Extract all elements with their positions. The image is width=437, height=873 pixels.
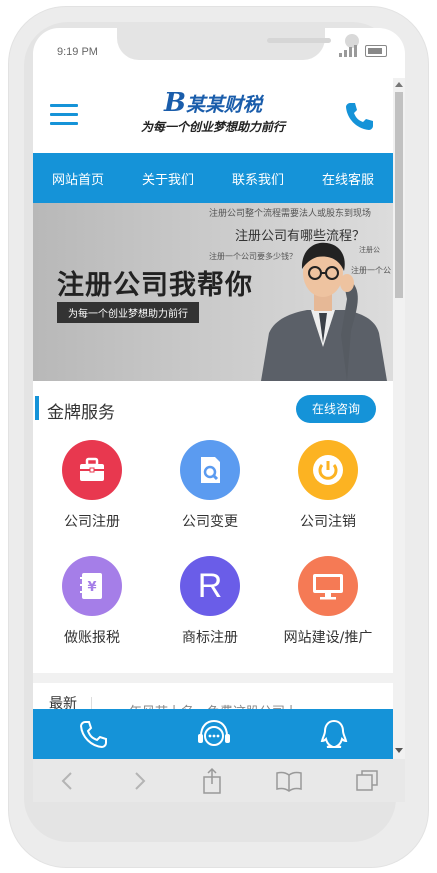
site-logo[interactable]: B某某财税 为每一个创业梦想助力前行 — [123, 88, 303, 146]
qq-icon[interactable] — [319, 718, 349, 750]
nav-item-home[interactable]: 网站首页 — [33, 169, 123, 188]
nav-item-about[interactable]: 关于我们 — [123, 169, 213, 188]
phone-notch — [117, 28, 359, 60]
svg-text:¥: ¥ — [87, 580, 96, 595]
scrollbar[interactable] — [393, 78, 405, 759]
service-company-cancellation[interactable]: 公司注销 — [269, 440, 387, 556]
services-title: 金牌服务 — [47, 403, 115, 423]
customer-service-icon[interactable] — [196, 718, 232, 750]
service-website[interactable]: 网站建设/推广 — [269, 556, 387, 672]
services-header: 金牌服务 在线咨询 — [33, 391, 393, 427]
section-divider — [33, 673, 393, 683]
status-icons — [339, 45, 387, 57]
main-nav: 网站首页 关于我们 联系我们 在线客服 — [33, 153, 393, 203]
service-bookkeeping[interactable]: ¥ 做账报税 — [33, 556, 151, 672]
signal-icon — [339, 45, 357, 57]
service-trademark[interactable]: R 商标注册 — [151, 556, 269, 672]
logo-slogan: 为每一个创业梦想助力前行 — [140, 120, 285, 134]
businessman-image — [261, 242, 387, 381]
phone-call-icon[interactable] — [77, 718, 109, 750]
logo-mark: B — [164, 88, 186, 118]
logo-name: 某某财税 — [185, 95, 262, 116]
speaker-grille — [267, 38, 331, 43]
service-label: 商标注册 — [182, 630, 238, 646]
online-consult-button[interactable]: 在线咨询 — [296, 395, 376, 423]
tabs-icon[interactable] — [354, 768, 380, 794]
phone-screen: 9:19 PM B某某财税 为每一个创业梦想助力前行 网站首页 关于我们 联系我… — [33, 28, 405, 802]
share-icon[interactable] — [200, 767, 224, 795]
briefcase-icon — [62, 440, 122, 500]
battery-icon — [365, 45, 387, 57]
forward-arrow-icon[interactable] — [129, 769, 149, 793]
banner-top-caption: 注册公司整个流程需要法人或股东到现场 — [209, 209, 372, 219]
bottom-contact-bar — [33, 709, 393, 759]
scrollbar-thumb[interactable] — [395, 92, 403, 298]
banner-headline: 注册公司我帮你 — [57, 270, 253, 301]
status-time: 9:19 PM — [57, 46, 98, 58]
nav-item-contact[interactable]: 联系我们 — [213, 169, 303, 188]
document-search-icon — [180, 440, 240, 500]
service-label: 网站建设/推广 — [283, 630, 373, 646]
service-label: 公司变更 — [182, 514, 238, 530]
scroll-up-arrow[interactable] — [395, 82, 403, 87]
service-label: 做账报税 — [64, 630, 120, 646]
service-label: 公司注册 — [64, 514, 120, 530]
service-company-change[interactable]: 公司变更 — [151, 440, 269, 556]
monitor-icon — [298, 556, 358, 616]
site-header: B某某财税 为每一个创业梦想助力前行 — [33, 78, 393, 153]
service-label: 公司注销 — [300, 514, 356, 530]
ledger-icon: ¥ — [62, 556, 122, 616]
nav-item-service[interactable]: 在线客服 — [303, 169, 393, 188]
hamburger-menu-icon[interactable] — [50, 104, 78, 126]
banner-subline: 为每一个创业梦想助力前行 — [57, 302, 199, 323]
service-company-registration[interactable]: 公司注册 — [33, 440, 151, 556]
hero-banner[interactable]: 注册公司整个流程需要法人或股东到现场 注册公司有哪些流程？ 注册一个公司要多少钱… — [33, 203, 393, 381]
trademark-glyph: R — [197, 566, 223, 605]
phone-call-icon[interactable] — [343, 100, 375, 132]
services-grid: 公司注册 公司变更 公司注销 ¥ 做账报税 R 商标注册 网站建设/推广 — [33, 440, 393, 672]
scroll-down-arrow[interactable] — [395, 748, 403, 753]
bookmarks-icon[interactable] — [275, 769, 303, 793]
trademark-icon: R — [180, 556, 240, 616]
browser-toolbar — [33, 759, 405, 802]
back-arrow-icon[interactable] — [58, 769, 78, 793]
power-icon — [298, 440, 358, 500]
section-accent-bar — [35, 396, 39, 420]
